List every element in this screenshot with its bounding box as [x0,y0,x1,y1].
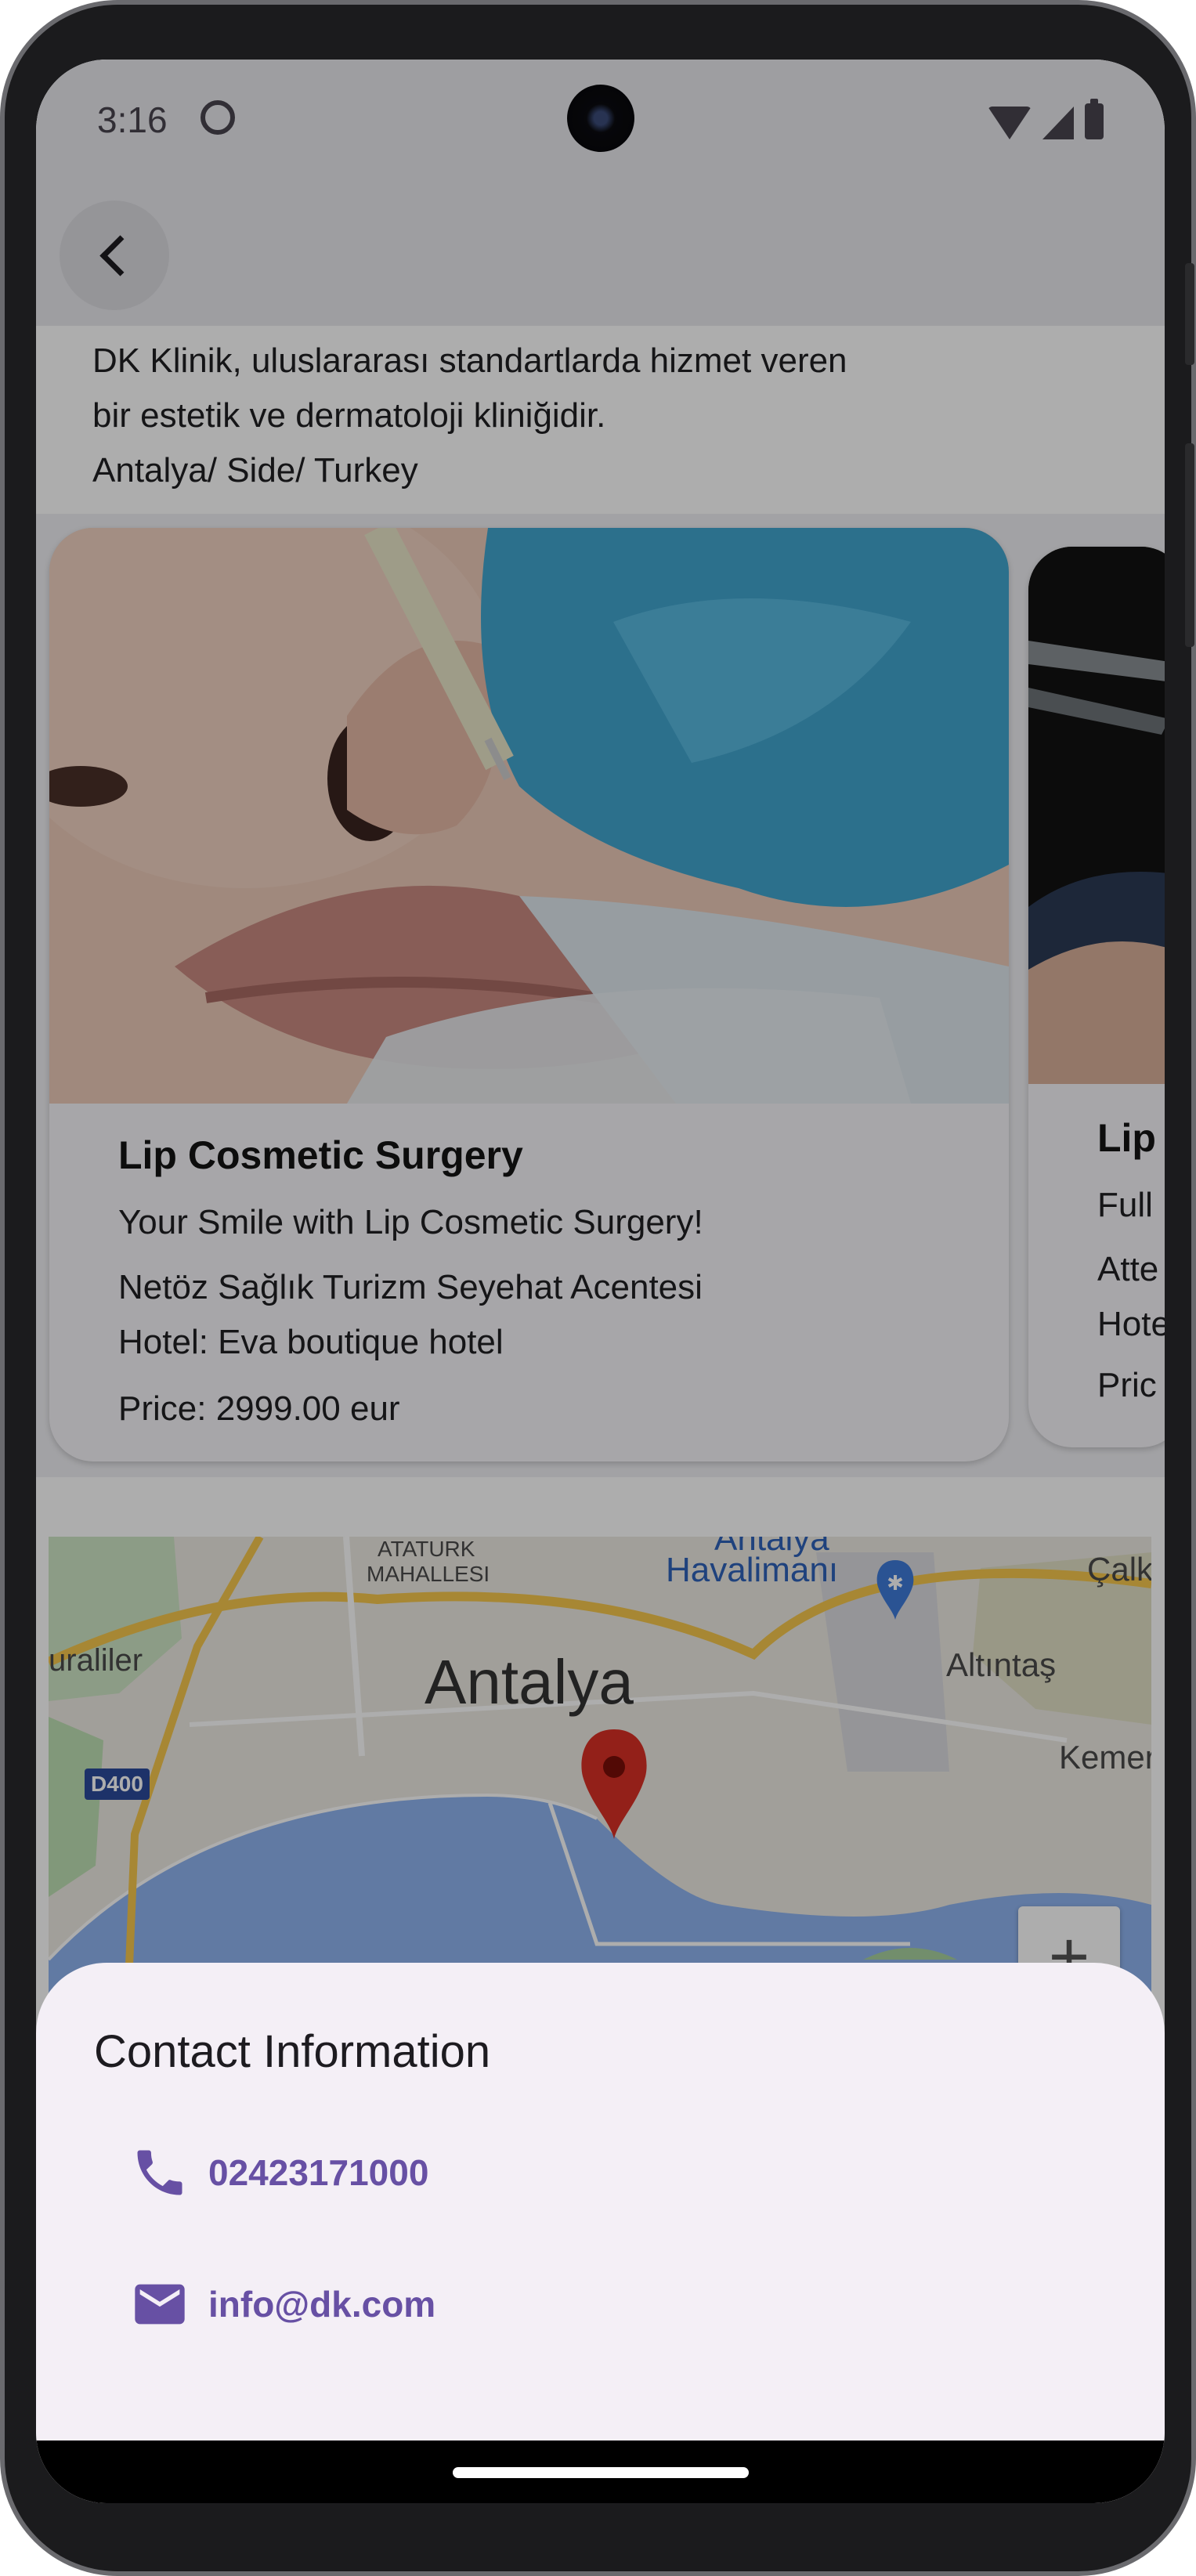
screen: 3:16 DK Klinik, uluslararası standartlar… [36,60,1165,2503]
back-arrow-icon [99,234,141,276]
map-label: MAHALLESI [367,1562,490,1586]
road-badge: D400 [85,1769,150,1800]
card-title: Lip Cosmetic Surgery [118,1133,523,1177]
map-label: Çalk [1087,1551,1151,1588]
map-label: Kemer [1059,1739,1151,1776]
email-contact[interactable]: info@dk.com [130,2274,435,2334]
power-button [1185,263,1194,365]
back-button[interactable] [60,201,169,310]
home-indicator[interactable] [453,2467,749,2478]
card-agency: Netöz Sağlık Turizm Seyehat Acentesi [118,1268,703,1306]
card-subtitle: Full [1097,1186,1153,1224]
description-line: DK Klinik, uluslararası standartlarda hi… [92,341,847,380]
phone-contact[interactable]: 02423171000 [130,2143,428,2202]
description-line: bir estetik ve dermatoloji kliniğidir. [92,396,606,435]
map-tiles: ✱ [49,1537,1151,2022]
system-nav-bar [36,2441,1165,2503]
card-agency: Atte [1097,1250,1159,1288]
map-label: ATATURK [378,1537,475,1561]
status-icons [988,99,1104,139]
treatment-image [1028,547,1165,1084]
phone-number[interactable]: 02423171000 [208,2151,428,2194]
card-title: Lip [1097,1116,1156,1160]
notification-icon [201,100,235,135]
lip-injection-photo [49,528,1009,1104]
contact-bottom-sheet: Contact Information 02423171000 info@dk.… [36,1963,1165,2503]
app-bar [36,177,1165,326]
clinic-map[interactable]: ✱ ATATURK MAHALLESI Antalya Havalimanı Ç… [49,1537,1151,2022]
map-label: Antalya [425,1647,634,1717]
card-hotel: Hote [1097,1305,1165,1343]
card-subtitle: Your Smile with Lip Cosmetic Surgery! [118,1203,703,1241]
clinic-description: DK Klinik, uluslararası standartlarda hi… [92,334,1111,498]
signal-icon [1042,107,1074,139]
sheet-title: Contact Information [94,2026,491,2077]
map-label: Havalimanı [666,1551,839,1589]
treatment-image [49,528,1009,1104]
status-bar: 3:16 [36,60,1165,177]
svg-text:✱: ✱ [887,1571,904,1595]
volume-button [1185,443,1194,647]
map-label: uraliler [49,1643,143,1678]
mail-icon [135,2284,185,2325]
wifi-icon [988,107,1032,139]
treatment-card[interactable]: Lip Full Atte Hote Pric [1028,547,1165,1447]
card-hotel: Hotel: Eva boutique hotel [118,1323,504,1361]
phone-icon [137,2150,182,2195]
battery-icon [1085,99,1104,139]
map-label: Altıntaş [946,1646,1057,1683]
clinic-location: Antalya/ Side/ Turkey [92,451,418,490]
device-frame: 3:16 DK Klinik, uluslararası standartlar… [0,0,1196,2576]
card-price: Price: 2999.00 eur [118,1389,400,1428]
treatment-card[interactable]: Lip Cosmetic Surgery Your Smile with Lip… [49,528,1009,1461]
front-camera [567,85,634,152]
card-price: Pric [1097,1366,1157,1404]
treatment-carousel[interactable]: Lip Cosmetic Surgery Your Smile with Lip… [36,514,1165,1477]
status-time: 3:16 [97,99,168,140]
treatment-photo [1028,547,1165,1084]
email-address[interactable]: info@dk.com [208,2283,435,2325]
